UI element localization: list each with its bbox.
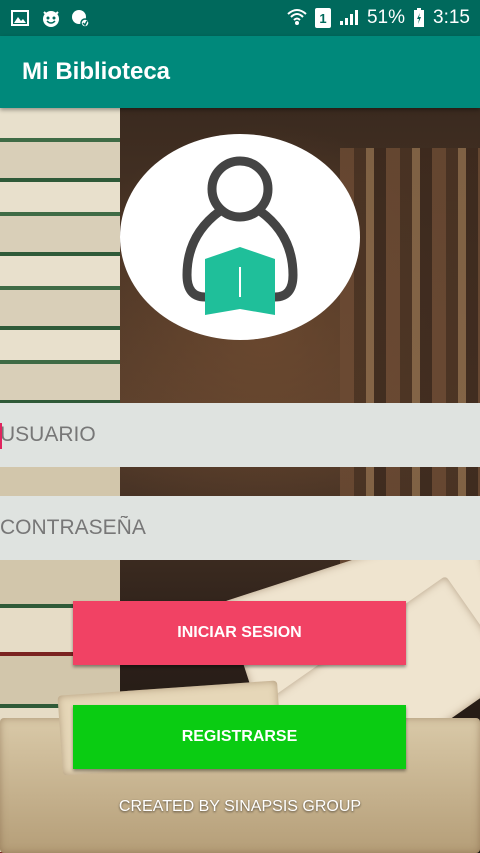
security-icon bbox=[70, 8, 90, 28]
notification-icons bbox=[10, 8, 90, 28]
register-button[interactable]: REGISTRARSE bbox=[73, 705, 406, 769]
reader-logo-icon bbox=[182, 156, 298, 315]
sim-icon: 1 bbox=[314, 8, 331, 28]
app-title: Mi Biblioteca bbox=[22, 58, 171, 85]
text-cursor bbox=[0, 423, 2, 449]
status-bar: 1 51% 3:15 bbox=[0, 0, 480, 36]
username-field[interactable] bbox=[0, 403, 480, 467]
wifi-icon bbox=[287, 8, 307, 28]
password-input[interactable] bbox=[0, 496, 480, 560]
signal-icon bbox=[339, 8, 359, 28]
footer-credit: CREATED BY SINAPSIS GROUP bbox=[118, 798, 362, 815]
app-bar: Mi Biblioteca bbox=[0, 36, 480, 108]
battery-percent: 51% bbox=[366, 7, 406, 28]
clock: 3:15 bbox=[433, 7, 470, 28]
app-logo bbox=[120, 134, 360, 340]
system-status: 1 51% 3:15 bbox=[287, 7, 470, 29]
book-stack-left bbox=[0, 108, 120, 408]
battery-icon bbox=[413, 8, 425, 28]
username-input[interactable] bbox=[0, 403, 480, 467]
gallery-icon bbox=[10, 8, 30, 28]
password-field[interactable] bbox=[0, 496, 480, 560]
login-button[interactable]: INICIAR SESION bbox=[73, 601, 406, 665]
emoji-icon bbox=[40, 8, 60, 28]
